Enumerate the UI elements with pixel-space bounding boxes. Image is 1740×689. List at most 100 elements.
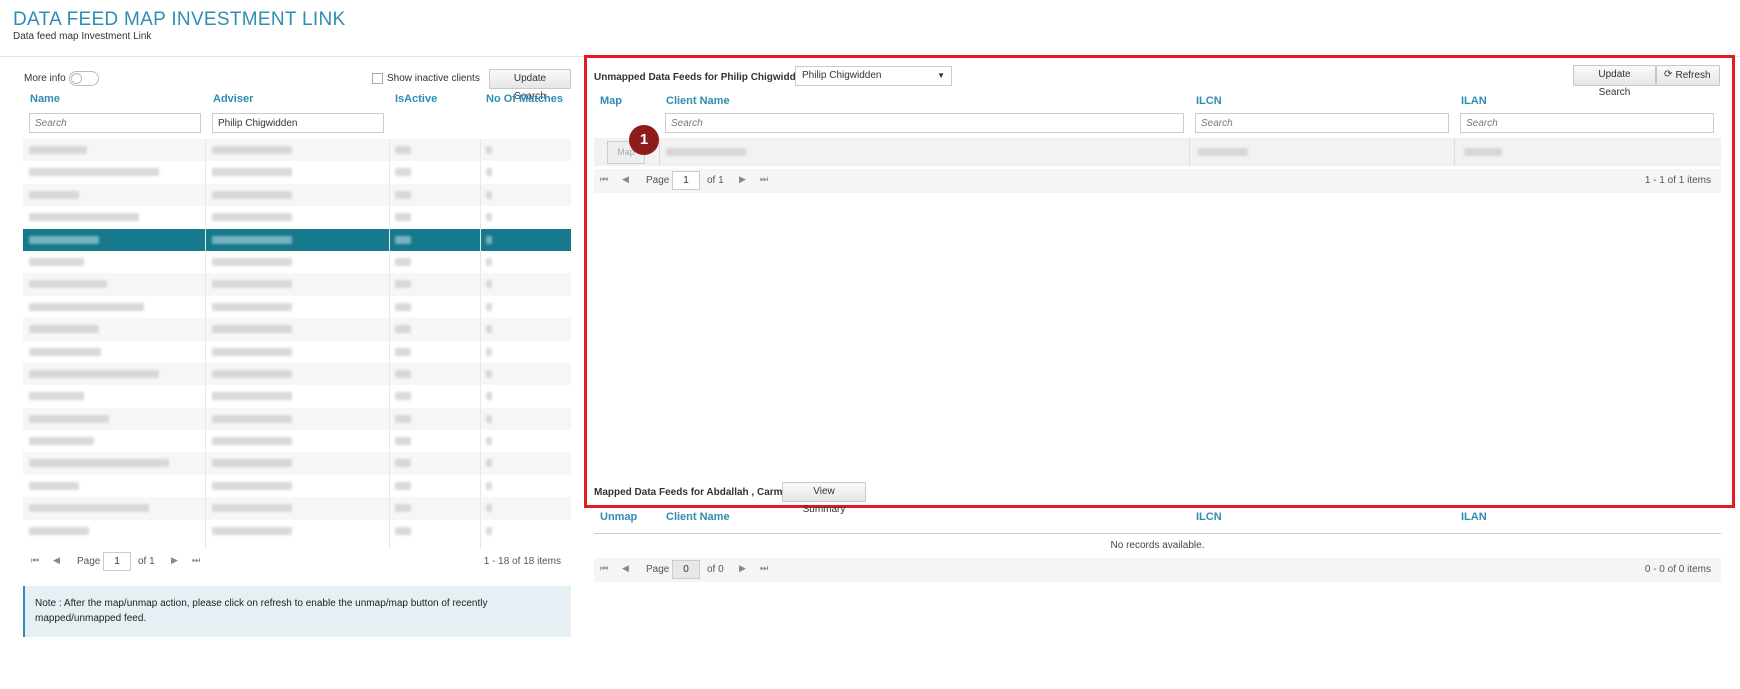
table-cell xyxy=(29,257,84,266)
next-page-icon[interactable]: ▶ xyxy=(739,563,746,574)
show-inactive-label: Show inactive clients xyxy=(387,73,480,84)
col-ilan-header[interactable]: ILAN xyxy=(1461,95,1487,107)
refresh-button[interactable]: ⟳ Refresh xyxy=(1656,65,1720,86)
toggle-knob xyxy=(71,73,82,84)
col-unmap-header[interactable]: Unmap xyxy=(600,511,637,523)
client-name-cell xyxy=(666,148,746,156)
col-separator xyxy=(1454,138,1455,166)
page-number-input[interactable]: 0 xyxy=(672,560,700,579)
ilcn-cell xyxy=(1198,148,1248,156)
table-cell xyxy=(29,481,79,490)
col-matches-header[interactable]: No Of Matches xyxy=(486,93,563,105)
table-cell xyxy=(29,369,159,378)
more-info-toggle[interactable] xyxy=(69,71,99,86)
table-cell xyxy=(212,369,292,378)
table-row[interactable] xyxy=(23,273,571,296)
pager-info: 0 - 0 of 0 items xyxy=(1644,564,1711,575)
table-row[interactable] xyxy=(23,161,571,183)
first-page-icon[interactable]: ⏮ xyxy=(600,563,608,574)
prev-page-icon[interactable]: ◀ xyxy=(53,555,60,566)
table-row[interactable] xyxy=(23,296,571,318)
table-cell xyxy=(29,347,101,356)
col-adviser-header[interactable]: Adviser xyxy=(213,93,253,105)
clients-panel: More info Show inactive clients Update S… xyxy=(23,64,571,574)
table-row[interactable] xyxy=(23,407,571,431)
col-name-header[interactable]: Name xyxy=(30,93,60,105)
last-page-icon[interactable]: ⏭ xyxy=(760,174,768,185)
page-number-input[interactable]: 1 xyxy=(672,171,700,190)
table-row[interactable] xyxy=(23,183,571,207)
table-cell xyxy=(395,392,411,401)
table-cell xyxy=(29,190,79,199)
table-cell xyxy=(212,190,292,199)
table-cell xyxy=(486,459,492,468)
col-ilcn-header[interactable]: ILCN xyxy=(1196,95,1222,107)
table-row[interactable] xyxy=(23,362,571,386)
col-separator xyxy=(1189,138,1190,166)
table-cell xyxy=(395,146,411,154)
table-row[interactable] xyxy=(23,520,571,542)
table-cell xyxy=(486,437,492,446)
page-number-input[interactable]: 1 xyxy=(103,552,131,571)
table-row[interactable] xyxy=(23,452,571,475)
table-cell xyxy=(29,392,84,401)
page-of-label: of 1 xyxy=(707,175,724,186)
table-row[interactable] xyxy=(23,430,571,452)
last-page-icon[interactable]: ⏭ xyxy=(760,563,768,574)
clients-grid-body xyxy=(23,139,571,549)
table-cell xyxy=(486,325,492,334)
col-isactive-header[interactable]: IsActive xyxy=(395,93,437,105)
col-ilan-header[interactable]: ILAN xyxy=(1461,511,1487,523)
first-page-icon[interactable]: ⏮ xyxy=(600,174,608,185)
table-row[interactable] xyxy=(23,251,571,273)
table-cell xyxy=(212,347,292,356)
col-map-header[interactable]: Map xyxy=(600,95,622,107)
table-cell xyxy=(212,168,292,177)
table-cell xyxy=(212,146,292,154)
table-row[interactable] xyxy=(23,385,571,407)
first-page-icon[interactable]: ⏮ xyxy=(31,555,39,566)
table-row[interactable] xyxy=(23,206,571,228)
next-page-icon[interactable]: ▶ xyxy=(739,174,746,185)
mapped-pager: ⏮ ◀ Page 0 of 0 ▶ ⏭ 0 - 0 of 0 items xyxy=(594,558,1721,582)
col-client-name-header[interactable]: Client Name xyxy=(666,95,730,107)
col-ilcn-header[interactable]: ILCN xyxy=(1196,511,1222,523)
view-summary-button[interactable]: View Summary xyxy=(782,482,866,515)
adviser-select[interactable]: Philip Chigwidden ▼ xyxy=(795,66,952,86)
page-label: Page xyxy=(646,564,670,575)
clients-filter-row xyxy=(23,113,571,137)
client-name-filter-input[interactable] xyxy=(665,113,1184,133)
table-row[interactable] xyxy=(23,475,571,497)
table-row[interactable] xyxy=(23,497,571,520)
table-cell xyxy=(29,168,159,177)
ilan-filter-input[interactable] xyxy=(1460,113,1714,133)
table-cell xyxy=(486,481,492,490)
ilcn-filter-input[interactable] xyxy=(1195,113,1449,133)
col-client-name-header[interactable]: Client Name xyxy=(666,511,730,523)
unmapped-update-search-button[interactable]: Update Search xyxy=(1573,65,1656,98)
table-cell xyxy=(212,481,292,490)
adviser-filter-input[interactable] xyxy=(212,113,384,133)
col-separator xyxy=(659,138,660,166)
pager-info: 1 - 18 of 18 items xyxy=(483,556,561,567)
table-row[interactable] xyxy=(23,341,571,363)
show-inactive-checkbox[interactable] xyxy=(372,73,383,84)
table-cell xyxy=(29,526,89,535)
clients-pager: ⏮ ◀ Page 1 of 1 ▶ ⏭ 1 - 18 of 18 items xyxy=(23,550,571,574)
table-cell xyxy=(486,146,492,154)
table-cell xyxy=(212,414,292,423)
update-search-button[interactable]: Update Search xyxy=(489,69,571,102)
table-cell xyxy=(395,459,411,468)
next-page-icon[interactable]: ▶ xyxy=(171,555,178,566)
last-page-icon[interactable]: ⏭ xyxy=(192,555,200,566)
table-cell xyxy=(29,302,144,311)
table-row[interactable] xyxy=(23,139,571,162)
refresh-note: Note : After the map/unmap action, pleas… xyxy=(23,586,571,637)
table-row[interactable] xyxy=(23,228,571,251)
table-cell xyxy=(395,302,411,311)
prev-page-icon[interactable]: ◀ xyxy=(622,563,629,574)
table-row[interactable] xyxy=(23,318,571,341)
name-filter-input[interactable] xyxy=(29,113,201,133)
prev-page-icon[interactable]: ◀ xyxy=(622,174,629,185)
table-cell xyxy=(395,213,411,222)
